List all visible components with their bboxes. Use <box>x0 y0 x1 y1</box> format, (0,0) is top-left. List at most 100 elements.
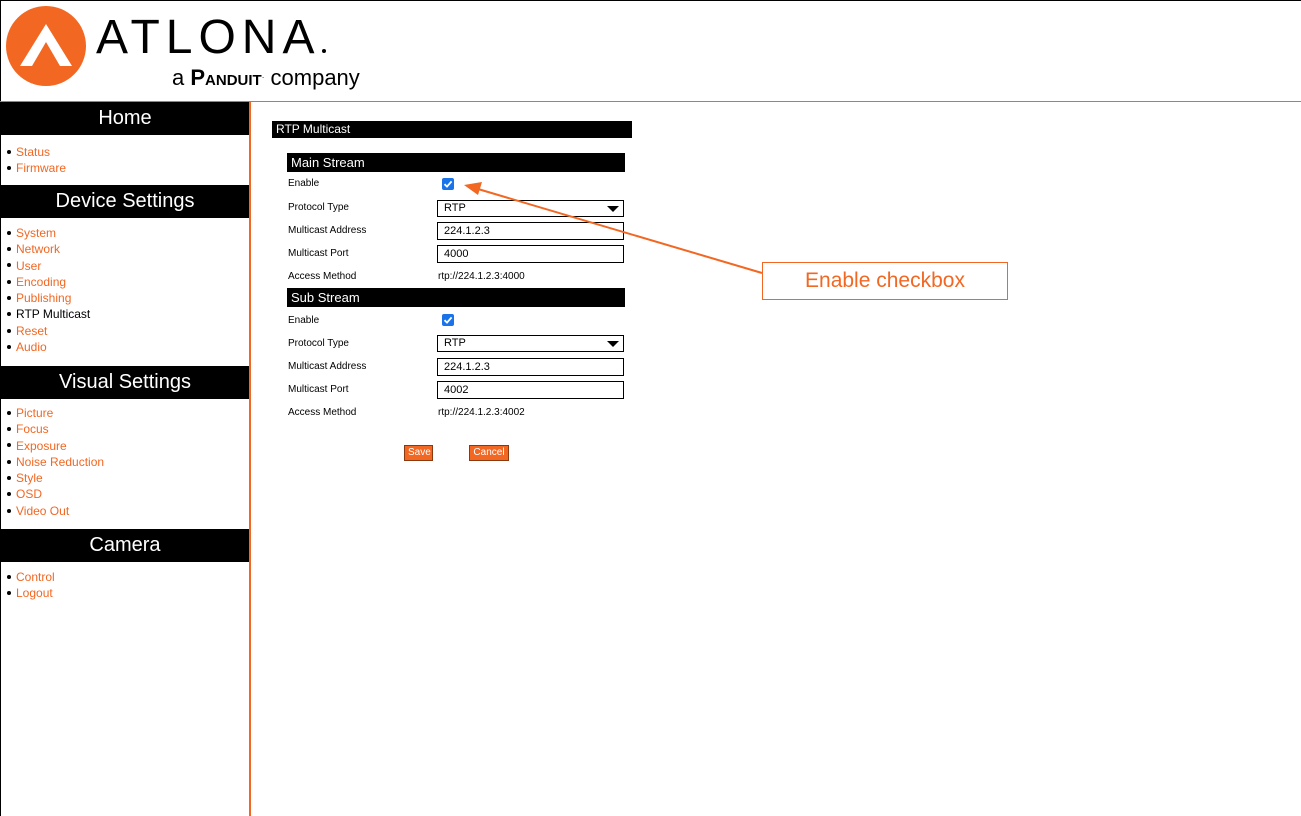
tagline-brand: Panduit <box>190 65 262 90</box>
bullet-icon <box>7 263 11 268</box>
bullet-icon <box>7 591 11 596</box>
sidebar-item-user[interactable]: User <box>7 258 90 274</box>
sidebar-item-exposure[interactable]: Exposure <box>7 438 104 454</box>
atlona-logo-mark-icon <box>6 6 86 86</box>
sub-protocol-label: Protocol Type <box>288 338 349 349</box>
sidebar-item-label: Control <box>16 570 55 584</box>
sidebar-section-visual-settings: Visual Settings <box>1 366 249 399</box>
sidebar-item-rtp-multicast[interactable]: RTP Multicast <box>7 306 90 322</box>
dropdown-arrow-icon <box>607 341 619 347</box>
sub-protocol-value: RTP <box>444 337 466 349</box>
main-enable-checkbox[interactable] <box>442 178 454 190</box>
sidebar-item-label: OSD <box>16 487 43 502</box>
sidebar-item-label: Publishing <box>16 291 72 306</box>
sidebar-item-label: Status <box>16 145 51 159</box>
sidebar-item-label: Noise Reduction <box>16 454 105 469</box>
sidebar-section-camera: Camera <box>1 529 249 562</box>
arrowhead-icon <box>464 182 482 195</box>
sidebar-item-video-out[interactable]: Video Out <box>7 503 104 519</box>
main-access-label: Access Method <box>288 271 357 282</box>
nav-list-visual-settings: Picture Focus Exposure Noise Reduction S… <box>7 405 104 519</box>
bullet-icon <box>7 410 11 415</box>
main-port-label: Multicast Port <box>288 248 349 259</box>
sub-address-input[interactable]: 224.1.2.3 <box>437 358 624 376</box>
bullet-icon <box>7 492 11 497</box>
sidebar-item-logout[interactable]: Logout <box>7 585 55 601</box>
sub-protocol-select[interactable]: RTP <box>437 335 624 352</box>
header: ATLONA a Panduit· company <box>0 0 1301 101</box>
sidebar-item-label: Reset <box>16 323 48 338</box>
cancel-button[interactable]: Cancel <box>469 445 509 461</box>
nav-list-camera: Control Logout <box>7 569 55 602</box>
sidebar-item-label: Style <box>16 471 43 486</box>
sidebar-item-picture[interactable]: Picture <box>7 405 104 421</box>
sub-stream-heading: Sub Stream <box>287 288 625 307</box>
bullet-icon <box>7 574 11 579</box>
nav-list-device-settings: System Network User Encoding Publishing … <box>7 225 90 355</box>
sidebar-item-label: Network <box>16 242 61 257</box>
sidebar-item-label: Exposure <box>16 438 67 453</box>
logo-tagline: a Panduit· company <box>172 65 360 90</box>
sidebar-item-label: RTP Multicast <box>16 307 91 322</box>
sidebar-item-osd[interactable]: OSD <box>7 486 104 502</box>
checkmark-icon <box>443 316 453 324</box>
bullet-icon <box>7 443 11 448</box>
sidebar-item-style[interactable]: Style <box>7 470 104 486</box>
bullet-icon <box>7 279 11 284</box>
main-stream-heading: Main Stream <box>287 153 625 172</box>
sidebar-item-firmware[interactable]: Firmware <box>7 160 66 176</box>
sidebar-item-network[interactable]: Network <box>7 241 90 257</box>
sub-address-label: Multicast Address <box>288 361 367 372</box>
bullet-icon <box>7 247 11 252</box>
sidebar-item-noise-reduction[interactable]: Noise Reduction <box>7 454 104 470</box>
sidebar-item-publishing[interactable]: Publishing <box>7 290 90 306</box>
callout-box: Enable checkbox <box>762 262 1008 300</box>
tagline-prefix: a <box>172 65 185 90</box>
sidebar-item-control[interactable]: Control <box>7 569 55 585</box>
sidebar-item-status[interactable]: Status <box>7 144 66 160</box>
bullet-icon <box>7 459 11 464</box>
sidebar: Home Status Firmware Device Settings Sys… <box>1 102 249 816</box>
main-protocol-value: RTP <box>444 202 466 214</box>
sidebar-item-label: Firmware <box>16 161 66 176</box>
save-button[interactable]: Save <box>404 445 433 461</box>
main-address-label: Multicast Address <box>288 225 367 236</box>
bullet-icon <box>7 476 11 481</box>
sub-enable-checkbox[interactable] <box>442 314 454 326</box>
sidebar-item-label: Audio <box>16 340 47 355</box>
sidebar-item-label: Encoding <box>16 274 67 289</box>
sidebar-divider <box>249 102 251 816</box>
sidebar-item-audio[interactable]: Audio <box>7 339 90 355</box>
sub-access-label: Access Method <box>288 407 357 418</box>
main-port-input[interactable]: 4000 <box>437 245 624 263</box>
bullet-icon <box>7 312 11 317</box>
bullet-icon <box>7 230 11 235</box>
sub-port-input[interactable]: 4002 <box>437 381 624 399</box>
main-protocol-label: Protocol Type <box>288 202 349 213</box>
nav-list-home: Status Firmware <box>7 144 66 177</box>
tagline-suffix: company <box>270 65 360 90</box>
sidebar-item-focus[interactable]: Focus <box>7 421 104 437</box>
bullet-icon <box>7 166 11 171</box>
atlona-wordmark: ATLONA <box>96 11 327 64</box>
main-protocol-select[interactable]: RTP <box>437 200 624 217</box>
sub-enable-label: Enable <box>288 315 320 326</box>
sub-access-value: rtp://224.1.2.3:4002 <box>438 407 525 418</box>
bullet-icon <box>7 296 11 301</box>
logo-text: ATLONA <box>96 11 321 64</box>
bullet-icon <box>7 427 11 432</box>
main-access-value: rtp://224.1.2.3:4000 <box>438 271 525 282</box>
sidebar-item-system[interactable]: System <box>7 225 90 241</box>
sidebar-item-encoding[interactable]: Encoding <box>7 274 90 290</box>
main-address-input[interactable]: 224.1.2.3 <box>437 222 624 240</box>
sidebar-item-label: Picture <box>16 406 54 420</box>
checkmark-icon <box>443 180 453 188</box>
dropdown-arrow-icon <box>607 206 619 212</box>
sidebar-section-device-settings: Device Settings <box>1 185 249 218</box>
main-enable-label: Enable <box>288 178 320 189</box>
sidebar-item-reset[interactable]: Reset <box>7 323 90 339</box>
sidebar-item-label: System <box>16 226 57 240</box>
sidebar-item-label: Video Out <box>16 503 70 518</box>
bullet-icon <box>7 508 11 513</box>
sidebar-item-label: Focus <box>16 422 49 437</box>
